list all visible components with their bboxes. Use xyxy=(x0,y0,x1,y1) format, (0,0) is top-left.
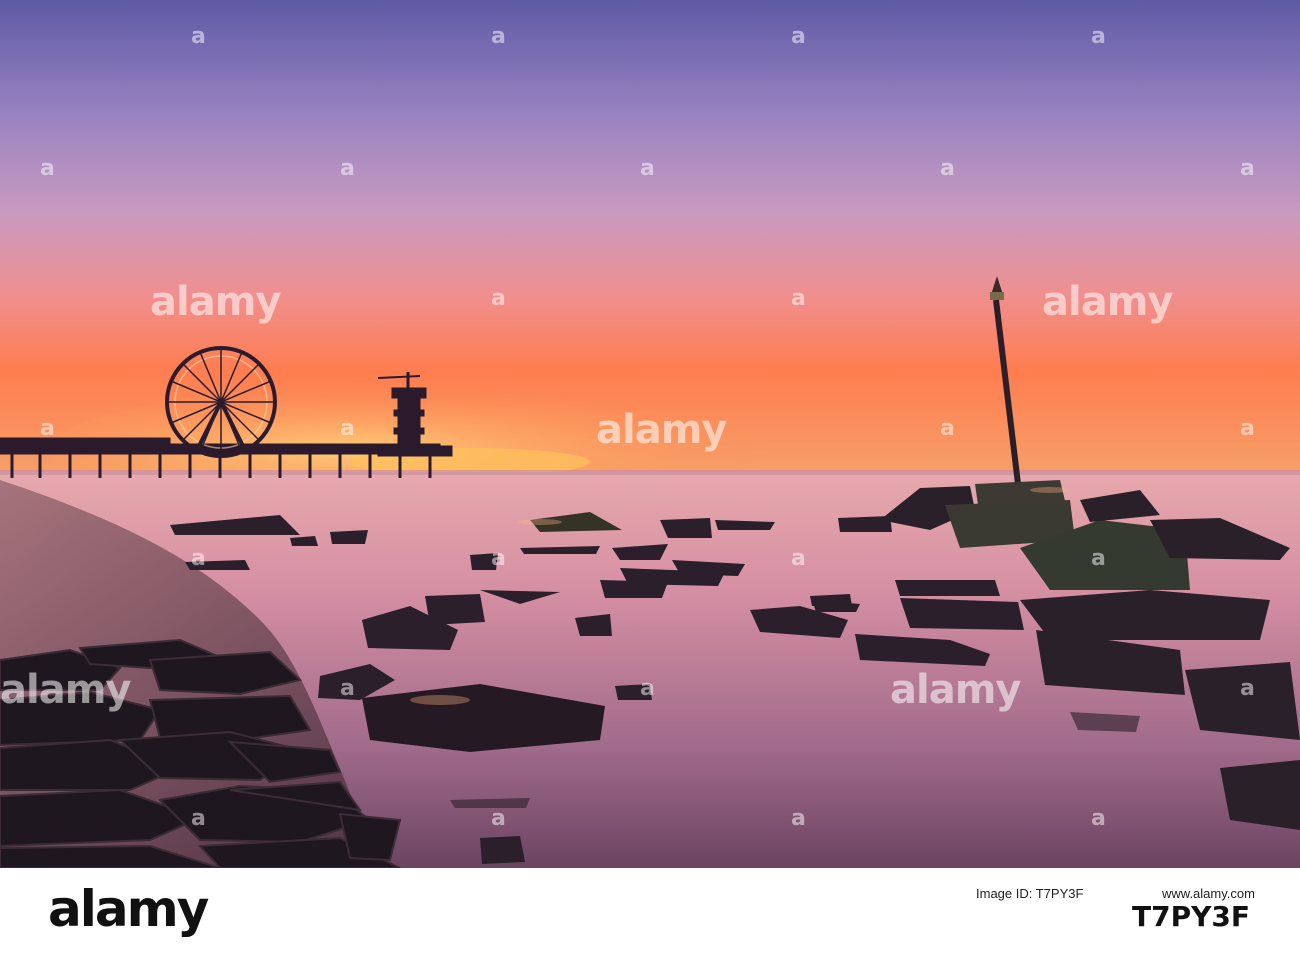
image-code: T7PY3F xyxy=(1132,900,1250,933)
watermark-letter: a xyxy=(1091,806,1106,831)
watermark-letter: a xyxy=(791,286,806,311)
watermark-letter: a xyxy=(40,156,55,181)
watermark-letter: a xyxy=(191,24,206,49)
watermark-brand: alamy xyxy=(1042,279,1173,325)
watermark-letter: a xyxy=(940,156,955,181)
watermark-letter: a xyxy=(791,24,806,49)
watermark-letter: a xyxy=(791,546,806,571)
watermark-letter: a xyxy=(491,806,506,831)
watermark-letter: a xyxy=(1240,416,1255,441)
horizon-line xyxy=(0,470,1300,475)
stock-photo-frame: a a a a a a a a a alamy a a alamy a a al… xyxy=(0,0,1300,956)
watermark-letter: a xyxy=(40,416,55,441)
watermark-letter: a xyxy=(340,416,355,441)
site-url: www.alamy.com xyxy=(1162,886,1255,901)
watermark-brand: alamy xyxy=(596,407,727,453)
watermark-letter: a xyxy=(191,806,206,831)
image-id-label: Image ID: T7PY3F xyxy=(976,886,1084,901)
watermark-brand: alamy xyxy=(0,667,131,713)
watermark-brand: alamy xyxy=(890,667,1021,713)
watermark-letter: a xyxy=(340,676,355,701)
watermark-letter: a xyxy=(1091,24,1106,49)
watermark-letter: a xyxy=(1240,676,1255,701)
footer-brand-logo: alamy xyxy=(48,880,209,938)
watermark-letter: a xyxy=(491,286,506,311)
watermark-letter: a xyxy=(640,676,655,701)
sunset-beach-photo: a a a a a a a a a alamy a a alamy a a al… xyxy=(0,0,1300,868)
watermark-letter: a xyxy=(791,806,806,831)
watermark-letter: a xyxy=(491,546,506,571)
watermark-brand: alamy xyxy=(150,279,281,325)
watermark-letter: a xyxy=(191,546,206,571)
watermark-letter: a xyxy=(640,156,655,181)
watermark-letter: a xyxy=(1240,156,1255,181)
ferris-wheel-icon xyxy=(165,346,277,458)
watermark-letter: a xyxy=(1091,546,1106,571)
watermark-letter: a xyxy=(340,156,355,181)
watermark-letter: a xyxy=(491,24,506,49)
watermark-letter: a xyxy=(940,416,955,441)
